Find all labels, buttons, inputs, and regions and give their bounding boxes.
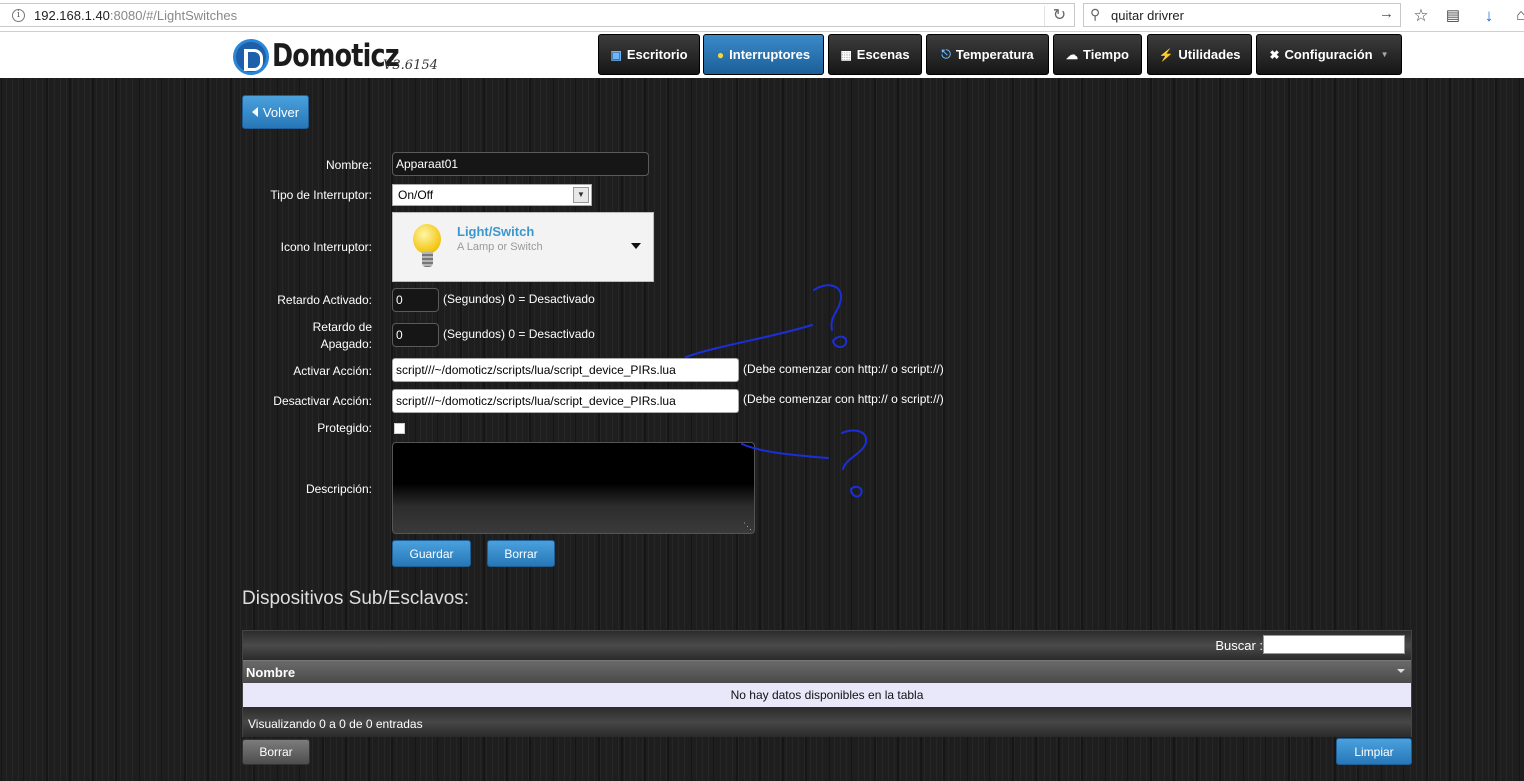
off-action-hint: (Debe comenzar con http:// o script://) — [743, 392, 944, 406]
address-bar[interactable]: i 192.168.1.40:8080/#/LightSwitches ↻ — [0, 3, 1075, 27]
utility-icon: ⚡ — [1158, 47, 1174, 62]
nav-label: Tiempo — [1083, 47, 1129, 62]
chevron-down-icon[interactable]: ▼ — [573, 187, 589, 203]
browser-search-input[interactable]: quitar drivrer — [1111, 8, 1184, 23]
column-header-name[interactable]: Nombre — [246, 665, 295, 680]
reading-list-icon[interactable]: ▤ — [1442, 5, 1464, 27]
name-input[interactable]: Apparaat01 — [392, 152, 649, 176]
search-icon: ⚲ — [1090, 6, 1101, 22]
nav-label: Interruptores — [729, 47, 811, 62]
caret-down-icon[interactable] — [631, 243, 641, 249]
nav-tiempo[interactable]: ☁ Tiempo — [1053, 34, 1142, 75]
url-path: /#/LightSwitches — [142, 8, 238, 23]
nav-utilidades[interactable]: ⚡ Utilidades — [1147, 34, 1252, 75]
nav-label: Configuración — [1284, 47, 1373, 62]
subdevices-title: Dispositivos Sub/Esclavos: — [242, 588, 470, 609]
desktop-icon: ▣ — [610, 47, 622, 62]
description-label: Descripción: — [305, 482, 372, 496]
table-search-label: Buscar : — [1215, 638, 1263, 653]
off-delay-label-line1: Retardo de — [312, 320, 372, 334]
lightbulb-icon — [413, 224, 441, 254]
icon-title: Light/Switch — [457, 224, 535, 239]
reload-icon[interactable]: ↻ — [1044, 6, 1074, 26]
nav-escritorio[interactable]: ▣ Escritorio — [598, 34, 700, 75]
table-footer: Visualizando 0 a 0 de 0 entradas — [243, 707, 1411, 737]
tools-icon: ✖ — [1269, 47, 1280, 62]
app-header: Domoticz V3.6154 ▣ Escritorio ● Interrup… — [0, 32, 1524, 78]
site-info-icon[interactable]: i — [12, 9, 25, 22]
off-action-label: Desactivar Acción: — [273, 394, 372, 408]
switch-type-value: On/Off — [398, 188, 434, 202]
off-action-input[interactable]: script///~/domoticz/scripts/lua/script_d… — [392, 389, 739, 413]
on-action-input[interactable]: script///~/domoticz/scripts/lua/script_d… — [392, 358, 739, 382]
off-delay-hint: (Segundos) 0 = Desactivado — [443, 327, 595, 341]
on-delay-label: Retardo Activado: — [277, 293, 372, 307]
table-header[interactable]: Nombre — [243, 660, 1411, 683]
back-button[interactable]: Volver — [242, 95, 309, 129]
protected-label: Protegido: — [317, 421, 372, 435]
on-delay-input[interactable]: 0 — [392, 288, 439, 312]
clear-form-button[interactable]: Borrar — [487, 540, 555, 567]
nav-label: Temperatura — [955, 47, 1034, 62]
url-text[interactable]: 192.168.1.40:8080/#/LightSwitches — [34, 8, 237, 23]
description-textarea[interactable]: ⋱ — [392, 442, 755, 534]
domoticz-logo-icon — [233, 39, 269, 75]
subdevices-table: Buscar : Nombre No hay datos disponibles… — [242, 630, 1412, 737]
nav-label: Utilidades — [1178, 47, 1241, 62]
arrow-right-icon[interactable]: → — [1379, 5, 1394, 22]
nav-interruptores[interactable]: ● Interruptores — [703, 34, 824, 75]
off-delay-label-line2: Apagado: — [320, 337, 372, 351]
browser-toolbar: i 192.168.1.40:8080/#/LightSwitches ↻ ⚲ … — [0, 0, 1524, 32]
table-toolbar: Buscar : — [243, 631, 1411, 660]
app-version: V3.6154 — [383, 58, 438, 73]
clear-subdevices-button[interactable]: Limpiar — [1336, 738, 1412, 765]
nav-escenas[interactable]: ▦ Escenas — [828, 34, 922, 75]
nav-label: Escenas — [856, 47, 910, 62]
icon-subtitle: A Lamp or Switch — [457, 241, 543, 253]
download-icon[interactable]: ↓ — [1478, 5, 1500, 27]
on-delay-hint: (Segundos) 0 = Desactivado — [443, 292, 595, 306]
switch-icon-picker[interactable]: Light/Switch A Lamp or Switch — [392, 212, 654, 282]
chevron-left-icon — [251, 107, 258, 117]
name-label: Nombre: — [325, 158, 372, 172]
switch-type-label: Tipo de Interruptor: — [270, 188, 372, 202]
url-port: :8080 — [109, 8, 143, 23]
delete-subdevice-button[interactable]: Borrar — [242, 739, 310, 765]
chevron-down-icon: ▼ — [1380, 50, 1389, 59]
lightbulb-base — [422, 252, 433, 267]
main-content: Volver Nombre: Apparaat01 Tipo de Interr… — [0, 78, 1524, 781]
switch-type-select[interactable]: On/Off ▼ — [392, 184, 592, 206]
thermometer-icon: ⎋ — [941, 47, 951, 61]
logo-text: Domoticz — [272, 38, 400, 74]
browser-search-box[interactable]: ⚲ quitar drivrer → — [1083, 3, 1401, 27]
save-button[interactable]: Guardar — [392, 540, 471, 567]
bookmark-star-icon[interactable]: ☆ — [1410, 5, 1432, 27]
switch-icon-label: Icono Interruptor: — [280, 240, 372, 254]
table-info: Visualizando 0 a 0 de 0 entradas — [248, 717, 423, 731]
lightbulb-icon: ● — [716, 47, 725, 62]
off-delay-input[interactable]: 0 — [392, 323, 439, 347]
weather-icon: ☁ — [1066, 47, 1078, 62]
on-action-hint: (Debe comenzar con http:// o script://) — [743, 362, 944, 376]
clapperboard-icon: ▦ — [840, 47, 852, 62]
back-label: Volver — [262, 104, 300, 120]
nav-temperatura[interactable]: ⎋ Temperatura — [926, 34, 1049, 75]
resize-grip-icon[interactable]: ⋱ — [743, 521, 752, 532]
nav-configuracion[interactable]: ✖ Configuración ▼ — [1256, 34, 1402, 75]
on-action-label: Activar Acción: — [293, 364, 372, 378]
nav-label: Escritorio — [626, 47, 688, 62]
home-icon[interactable]: ⌂ — [1510, 5, 1524, 27]
protected-checkbox[interactable] — [394, 423, 405, 434]
sort-icon[interactable] — [1397, 669, 1405, 673]
table-empty-row: No hay datos disponibles en la tabla — [243, 683, 1411, 707]
table-search-input[interactable] — [1263, 635, 1405, 654]
url-host: 192.168.1.40 — [34, 8, 110, 23]
